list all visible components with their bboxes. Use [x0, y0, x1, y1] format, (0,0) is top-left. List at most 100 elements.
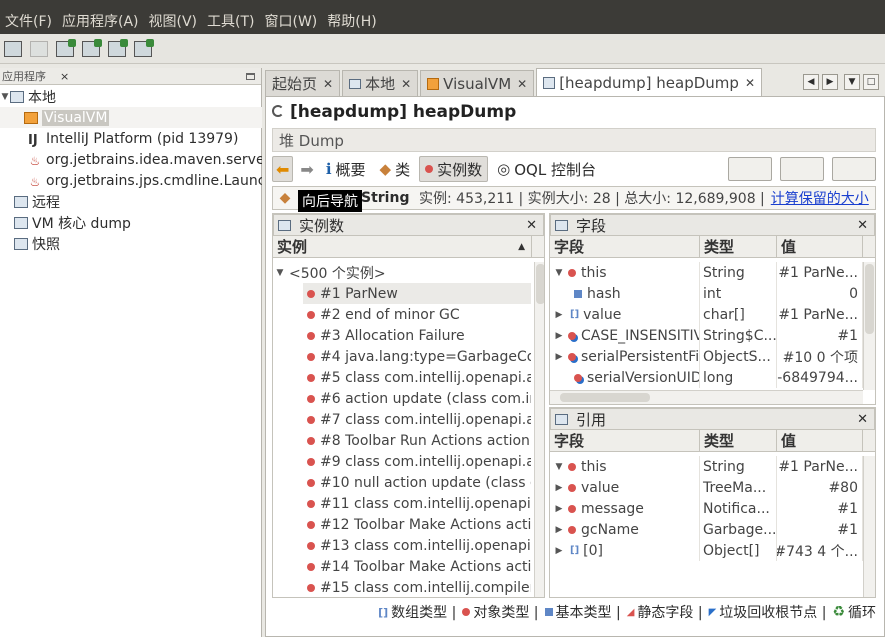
references-scrollbar[interactable]	[863, 456, 875, 597]
minimize-icon[interactable]	[246, 72, 255, 80]
tree-node-vm-coredump[interactable]: VM 核心 dump	[0, 212, 262, 233]
tree-node-visualvm[interactable]: VisualVM	[0, 107, 262, 128]
expand-arrow-icon[interactable]: ▼	[0, 92, 10, 102]
classes-view-button[interactable]: ◆ 类	[375, 156, 416, 182]
fields-scrollbar[interactable]	[863, 262, 875, 390]
add-snapshot-icon[interactable]	[134, 38, 154, 57]
instance-row[interactable]: #5 class com.intellij.openapi.actionSyst…	[303, 367, 531, 388]
scroll-tabs-left-icon[interactable]: ◀	[803, 74, 819, 90]
add-vm-coredump-icon[interactable]	[108, 38, 128, 57]
menu-tools[interactable]: 工具(T)	[202, 11, 259, 31]
field-column[interactable]: 字段	[550, 236, 700, 257]
tab-local[interactable]: 本地 ✕	[342, 70, 419, 96]
menu-file[interactable]: 文件(F)	[0, 11, 57, 31]
instance-row[interactable]: #9 class com.intellij.openapi.actionSyst…	[303, 451, 531, 472]
expand-arrow-icon[interactable]: ▶	[554, 352, 564, 362]
column-menu-icon[interactable]	[863, 430, 875, 451]
close-icon[interactable]: ×	[60, 70, 69, 83]
field-row[interactable]: ▶ CASE_INSENSITIVE_ORDERString$C...#1	[550, 325, 863, 346]
expand-arrow-icon[interactable]: ▼	[554, 268, 564, 278]
expand-arrow-icon[interactable]: ▶	[554, 525, 564, 535]
column-menu-icon[interactable]	[532, 236, 544, 257]
type-column[interactable]: 类型	[700, 430, 777, 451]
scrollbar-thumb[interactable]	[560, 393, 650, 402]
expand-arrow-icon[interactable]: ▶	[554, 331, 564, 341]
back-button[interactable]: ⬅	[272, 156, 294, 182]
value-column[interactable]: 值	[777, 236, 863, 257]
summary-view-button[interactable]: ℹ 概要	[321, 156, 371, 182]
maximize-icon[interactable]: □	[863, 74, 879, 90]
field-row[interactable]: ▼ this String #1 ParNe...	[550, 456, 863, 477]
fields-hscrollbar[interactable]	[550, 390, 863, 404]
close-icon[interactable]: ✕	[323, 77, 333, 91]
save-icon[interactable]	[30, 40, 48, 57]
instance-row[interactable]: #7 class com.intellij.openapi.actionSyst…	[303, 409, 531, 430]
field-column[interactable]: 字段	[550, 430, 700, 451]
add-jmx-connection-icon[interactable]	[56, 38, 76, 57]
field-row[interactable]: ▶ [] value char[] #1 ParNe...	[550, 304, 863, 325]
layout-left-button[interactable]	[780, 157, 824, 181]
tree-node-intellij[interactable]: IJ IntelliJ Platform (pid 13979)	[0, 128, 262, 149]
tree-node-remote[interactable]: 远程	[0, 191, 262, 212]
menu-view[interactable]: 视图(V)	[144, 11, 203, 31]
add-remote-host-icon[interactable]	[82, 38, 102, 57]
instance-row[interactable]: #11 class com.intellij.openapi.actionSys…	[303, 493, 531, 514]
layout-right-button[interactable]	[832, 157, 876, 181]
instances-scrollbar[interactable]	[534, 262, 544, 597]
expand-arrow-icon[interactable]: ▶	[554, 504, 564, 514]
instance-column[interactable]: 实例 ▲	[273, 236, 532, 257]
field-row[interactable]: ▶ serialPersistentFieldsObjectS...#10 0 个…	[550, 346, 863, 367]
instance-row[interactable]: #8 Toolbar Run Actions action	[303, 430, 531, 451]
close-icon[interactable]: ✕	[857, 218, 868, 233]
close-icon[interactable]: ✕	[401, 77, 411, 91]
forward-button[interactable]: ➡	[297, 156, 316, 182]
tree-node-maven-server[interactable]: ♨ org.jetbrains.idea.maven.server	[0, 149, 262, 170]
field-row[interactable]: serialVersionUID long -6849794...	[550, 367, 863, 388]
field-row[interactable]: ▼ this String #1 ParNe...	[550, 262, 863, 283]
instance-row[interactable]: #13 class com.intellij.openapi.actionSys…	[303, 535, 531, 556]
close-icon[interactable]: ✕	[857, 412, 868, 427]
instance-row[interactable]: #10 null action update (class com	[303, 472, 531, 493]
report-button[interactable]	[728, 157, 772, 181]
instance-row[interactable]: #4 java.lang:type=GarbageCollector	[303, 346, 531, 367]
compute-retained-size-link[interactable]: 计算保留的大小	[771, 188, 869, 208]
expand-arrow-icon[interactable]: ▶	[554, 546, 564, 556]
column-menu-icon[interactable]	[863, 236, 875, 257]
field-row[interactable]: ▶ value TreeMa... #80	[550, 477, 863, 498]
instance-row[interactable]: #2 end of minor GC	[303, 304, 531, 325]
menu-application[interactable]: 应用程序(A)	[57, 11, 144, 31]
scrollbar-thumb[interactable]	[865, 264, 874, 334]
instance-row[interactable]: #1 ParNew	[303, 283, 531, 304]
tab-visualvm[interactable]: VisualVM ✕	[420, 70, 535, 96]
tree-node-snapshots[interactable]: 快照	[0, 233, 262, 254]
instance-row[interactable]: #15 class com.intellij.compiler	[303, 577, 531, 597]
close-icon[interactable]: ✕	[745, 76, 755, 90]
expand-arrow-icon[interactable]: ▼	[554, 462, 564, 472]
instance-row[interactable]: #14 Toolbar Make Actions action	[303, 556, 531, 577]
value-column[interactable]: 值	[777, 430, 863, 451]
menu-help[interactable]: 帮助(H)	[322, 11, 381, 31]
expand-arrow-icon[interactable]: ▶	[554, 483, 564, 493]
tab-list-icon[interactable]: ▼	[844, 74, 860, 90]
scroll-tabs-right-icon[interactable]: ▶	[822, 74, 838, 90]
tab-heapdump[interactable]: [heapdump] heapDump ✕	[536, 68, 762, 96]
instances-group-row[interactable]: ▼ <500 个实例>	[273, 262, 531, 283]
oql-console-button[interactable]: ◎ OQL 控制台	[492, 156, 601, 182]
instance-row[interactable]: #12 Toolbar Make Actions action	[303, 514, 531, 535]
tree-node-jps-launcher[interactable]: ♨ org.jetbrains.jps.cmdline.Launcher	[0, 170, 262, 191]
instance-row[interactable]: #6 action update (class com.intellij	[303, 388, 531, 409]
close-icon[interactable]: ✕	[517, 77, 527, 91]
field-row[interactable]: ▶ message Notifica... #1	[550, 498, 863, 519]
tree-node-local[interactable]: ▼ 本地	[0, 86, 262, 107]
field-row[interactable]: ▶ gcName Garbage... #1	[550, 519, 863, 540]
scrollbar-thumb[interactable]	[536, 264, 544, 304]
field-row[interactable]: hash int 0	[550, 283, 863, 304]
instances-view-button[interactable]: 实例数	[419, 156, 489, 182]
expand-arrow-icon[interactable]: ▼	[275, 268, 285, 278]
expand-arrow-icon[interactable]: ▶	[554, 310, 564, 320]
type-column[interactable]: 类型	[700, 236, 777, 257]
instance-row[interactable]: #3 Allocation Failure	[303, 325, 531, 346]
field-row[interactable]: ▶ [] [0] Object[] #743 4 个...	[550, 540, 863, 561]
tab-start-page[interactable]: 起始页 ✕	[265, 70, 341, 96]
menu-window[interactable]: 窗口(W)	[260, 11, 323, 31]
